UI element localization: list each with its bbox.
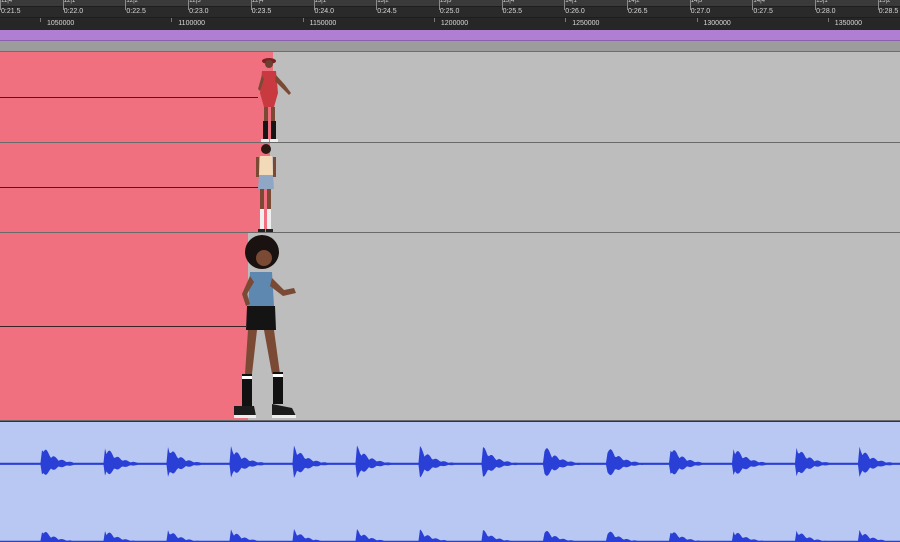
lane-divider [0, 326, 246, 327]
video-track-3[interactable] [0, 233, 900, 421]
ruler-label: 0:22.5 [126, 8, 146, 15]
ruler-label: 14|2 [628, 0, 640, 4]
ruler-label: 13|3 [439, 0, 452, 4]
ruler-tick [827, 18, 829, 22]
ruler-label: 1350000 [834, 20, 863, 27]
ruler-label: 12|1 [63, 0, 76, 4]
ruler-label: 14|3 [690, 0, 703, 4]
audio-track[interactable] [0, 421, 900, 542]
ruler-label: 0:26.5 [628, 8, 648, 15]
ruler-label: 0:28.5 [878, 8, 899, 15]
ruler-label: 15|2 [878, 0, 891, 4]
ruler-label: 0:23.0 [189, 8, 209, 15]
ruler-label: 13|1 [314, 0, 327, 4]
waveform-channel [0, 445, 900, 478]
ruler-tick [433, 18, 435, 22]
waveform-channel [0, 529, 900, 542]
ruler-label: 0:22.0 [63, 8, 84, 15]
ruler-label: 1200000 [440, 20, 469, 27]
dancer-blue-top-icon [234, 235, 296, 418]
ruler-label: 13|4 [502, 0, 515, 4]
ruler-label: 12|4 [251, 0, 264, 4]
timeline-ruler[interactable]: 11|4 12|1 12|2 12|3 12|4 13|1 13|2 13|3 13|4 14|1… [0, 0, 900, 30]
video-track-2[interactable] [0, 143, 900, 233]
ruler-label: 1250000 [572, 20, 600, 27]
ruler-label: 13|2 [377, 0, 389, 4]
ruler-label: 0:28.0 [816, 8, 836, 15]
samples-ruler[interactable]: 1050000 1100000 1150000 1200000 1250000 13000… [0, 18, 900, 30]
ruler-label: 0:25.0 [439, 8, 460, 15]
lane-divider [0, 187, 258, 188]
video-track-1[interactable] [0, 52, 900, 143]
ruler-label: 0:23.5 [251, 8, 272, 15]
bars-beats-ruler[interactable]: 11|4 12|1 12|2 12|3 12|4 13|1 13|2 13|3 13|4 14|1… [0, 0, 900, 7]
ruler-label: 1150000 [309, 20, 337, 27]
dancer-red-outfit-icon [258, 58, 291, 142]
ruler-label: 11|4 [1, 0, 13, 4]
ruler-label: 12|3 [189, 0, 201, 4]
clip-header-bar[interactable] [0, 41, 900, 52]
dancer-cream-top-icon [256, 144, 276, 232]
ruler-label: 0:24.5 [377, 8, 397, 15]
ruler-label: 0:21.5 [1, 8, 21, 15]
ruler-tick [302, 18, 304, 22]
marker-strip[interactable] [0, 30, 900, 41]
ruler-label: 12|2 [126, 0, 138, 4]
ruler-label: 0:26.0 [565, 8, 585, 15]
ruler-label: 0:27.5 [753, 8, 773, 15]
ruler-label: 1300000 [703, 20, 731, 27]
ruler-tick [171, 18, 173, 22]
ruler-label: 0:24.0 [314, 8, 334, 15]
ruler-label: 0:25.5 [502, 8, 523, 15]
ruler-label: 15|1 [816, 0, 828, 4]
ruler-label: 1100000 [178, 20, 206, 27]
ruler-label: 14|4 [753, 0, 765, 4]
ruler-label: 14|1 [565, 0, 577, 4]
timecode-ruler[interactable]: 0:21.5 0:22.0 0:22.5 0:23.0 0:23.5 0:24.0 0:24… [0, 7, 900, 18]
ruler-tick [565, 18, 567, 22]
ruler-label: 0:27.0 [690, 8, 711, 15]
ruler-label: 1050000 [47, 20, 75, 27]
audio-waveform-icon [0, 445, 900, 542]
ruler-tick [40, 18, 41, 22]
ruler-tick [696, 18, 698, 22]
lane-divider [0, 97, 258, 98]
